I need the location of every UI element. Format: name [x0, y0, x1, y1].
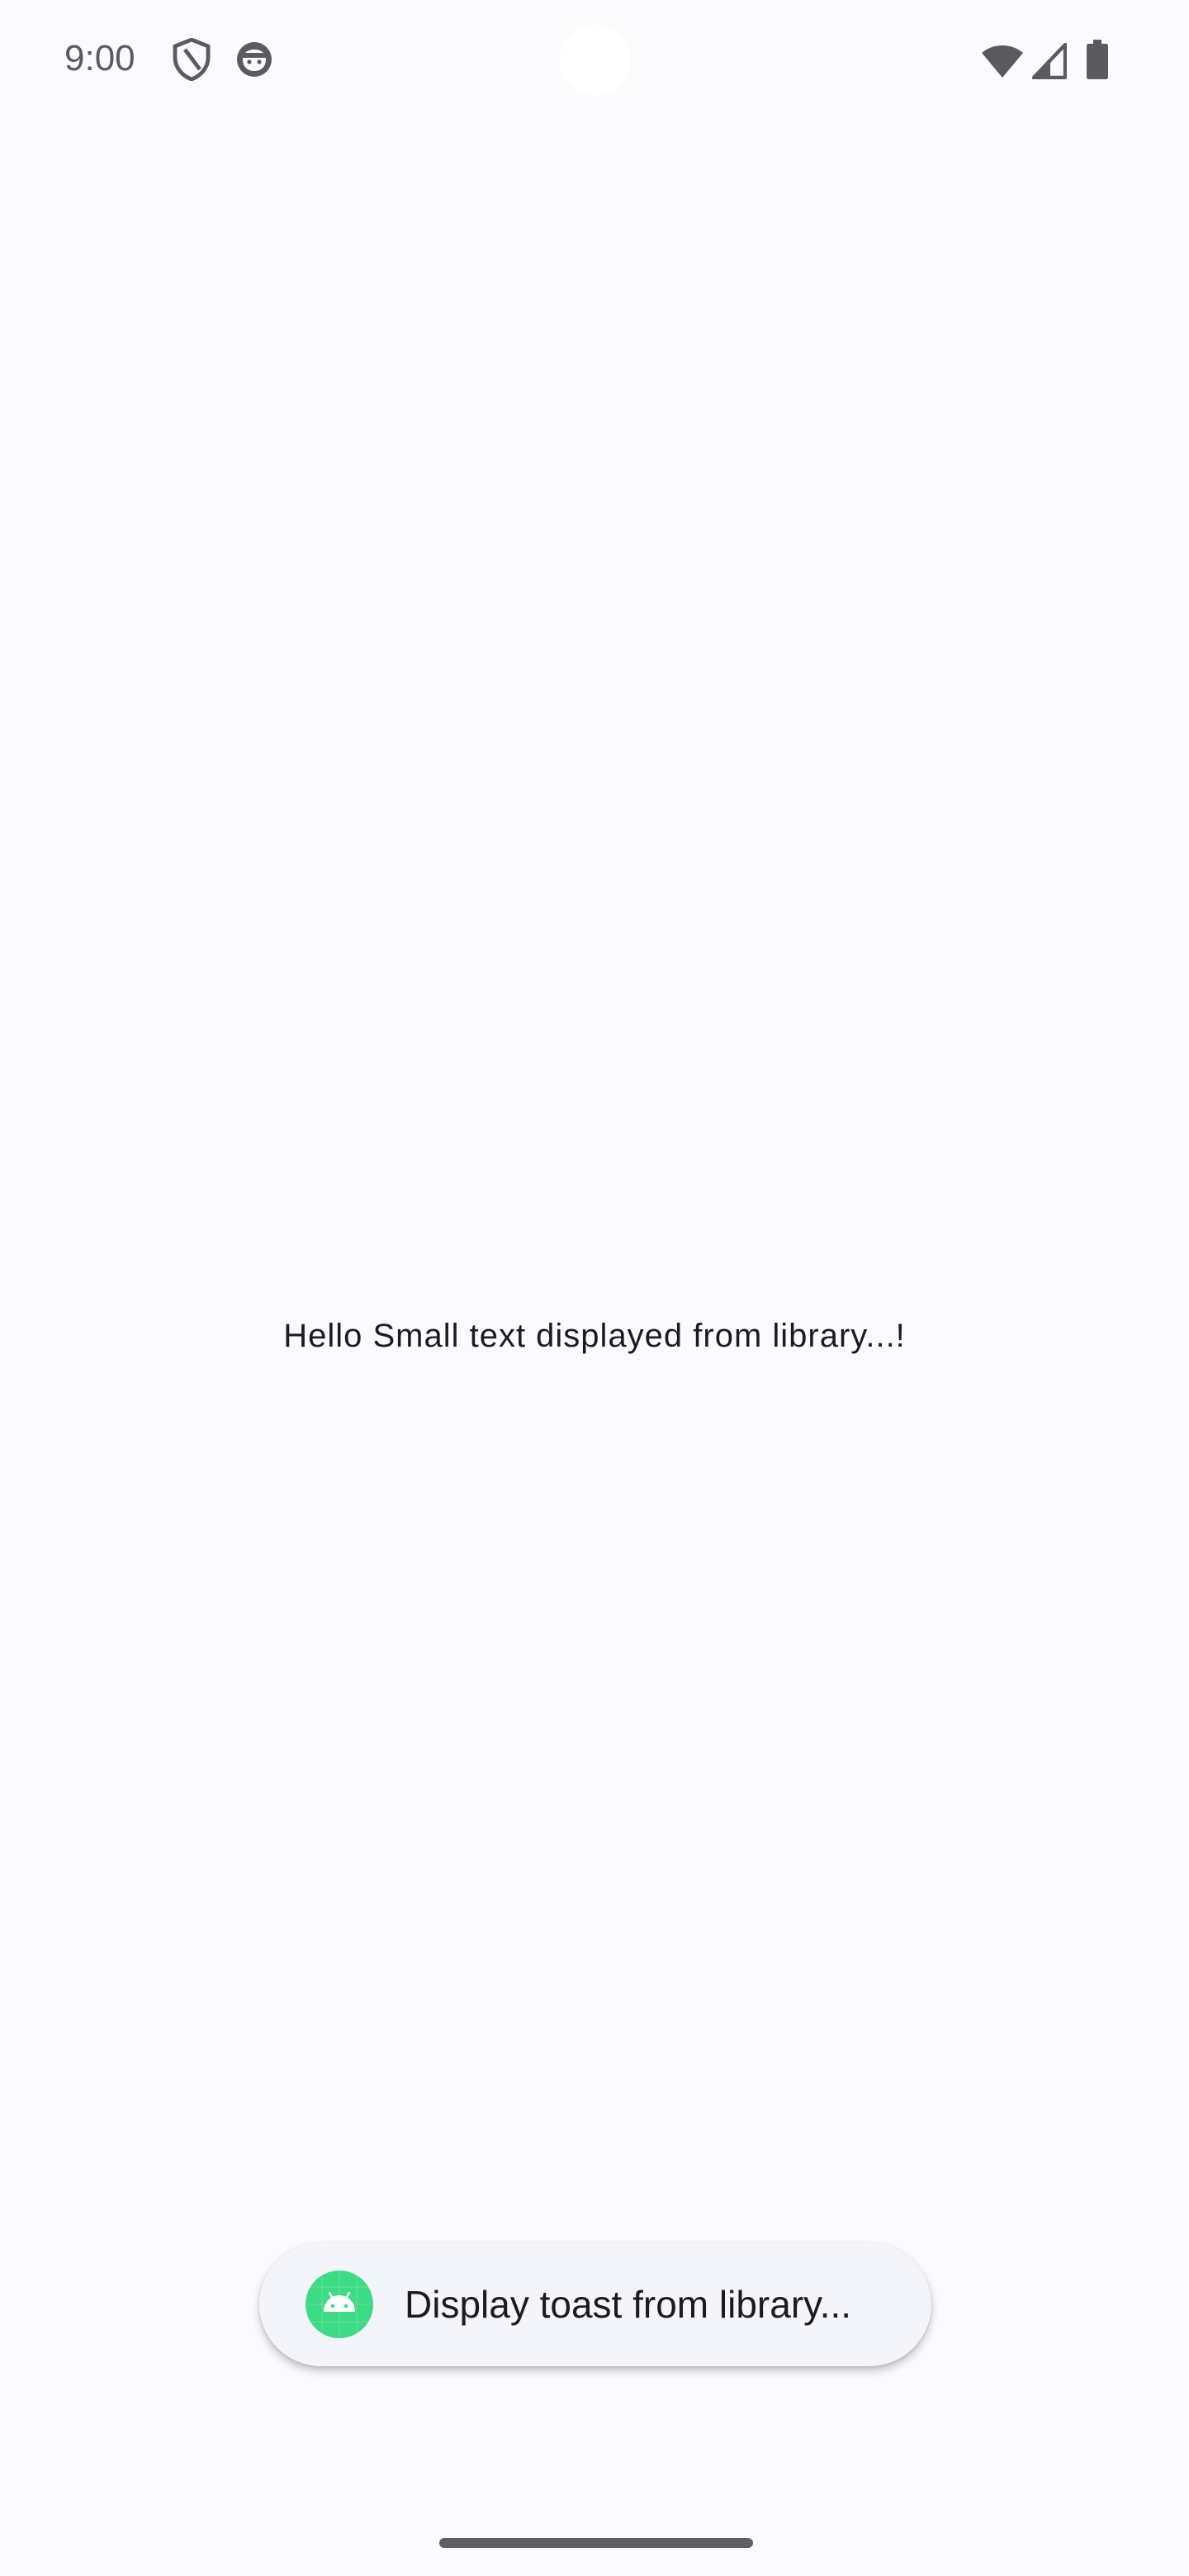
status-time: 9:00 [64, 38, 135, 78]
toast-message: Display toast from library... [405, 2283, 852, 2326]
android-icon [306, 2271, 373, 2338]
toast: Display toast from library... [259, 2242, 931, 2366]
signal-icon [1031, 42, 1068, 80]
battery-icon [1087, 40, 1108, 79]
library-message-text: Hello Small text displayed from library.… [283, 1318, 906, 1354]
face-icon [234, 40, 274, 79]
shield-icon [172, 37, 211, 82]
wifi-icon [981, 43, 1024, 79]
screen: 9:00 Hello Small text displayed from lib… [0, 0, 1189, 2576]
status-bar: 9:00 [0, 0, 1189, 124]
gesture-nav-handle[interactable] [439, 2538, 753, 2548]
camera-cutout [560, 25, 631, 96]
